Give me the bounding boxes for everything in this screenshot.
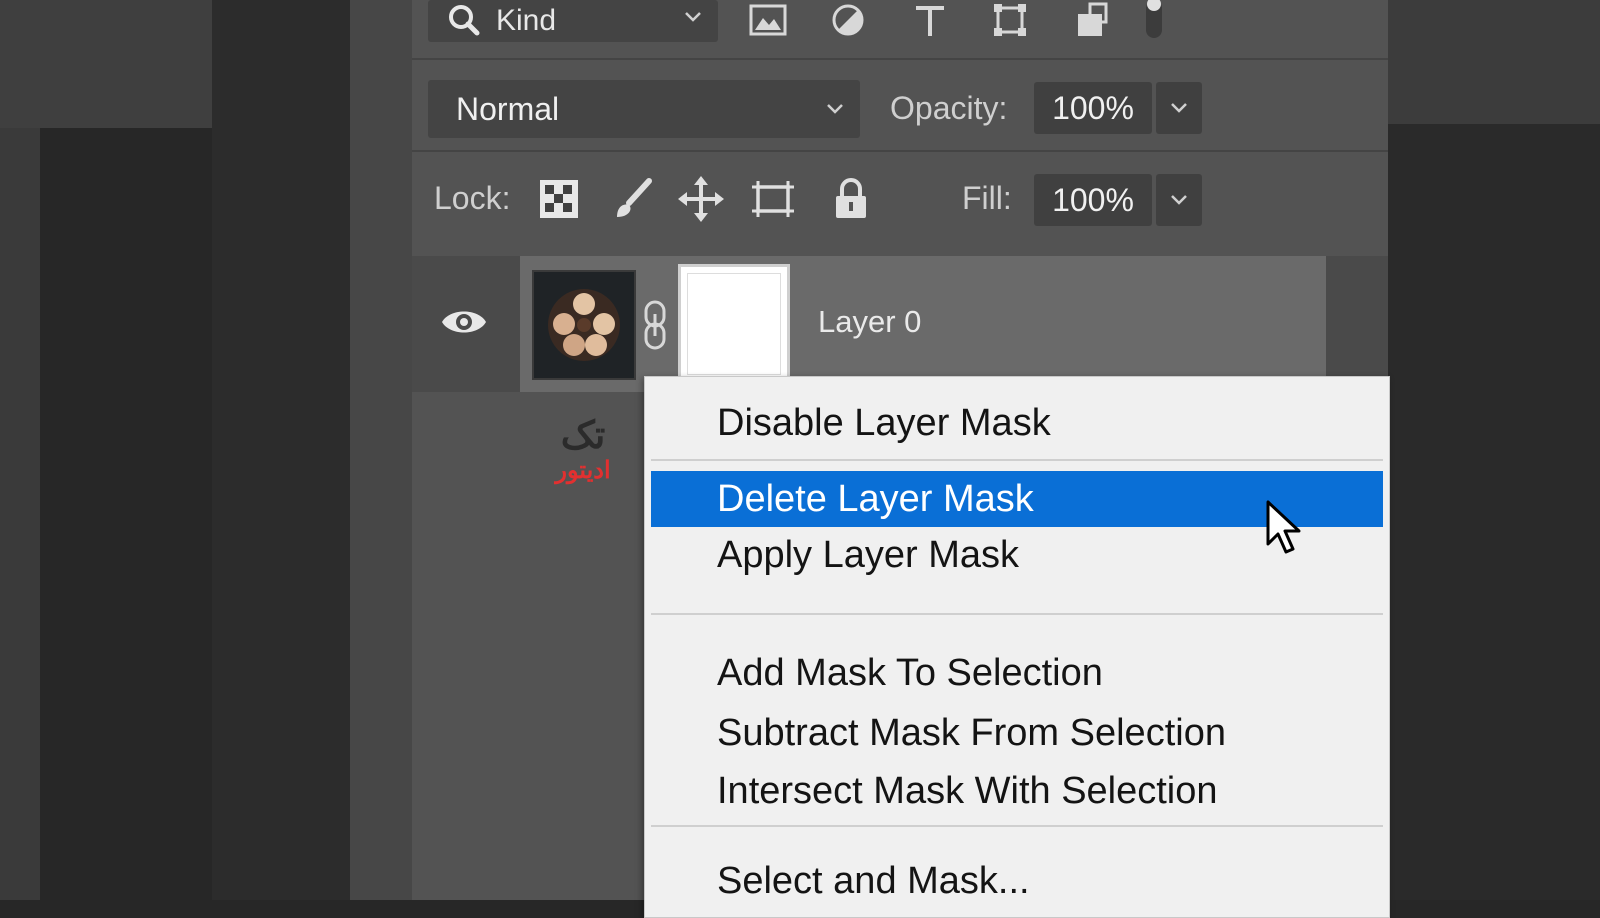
layer-mask-context-menu: Disable Layer Mask Delete Layer Mask App… xyxy=(644,376,1390,918)
shape-filter-icon[interactable] xyxy=(990,2,1030,38)
blend-mode-row: Normal Opacity: 100% xyxy=(412,60,1388,152)
menu-item-intersect-mask-with-selection[interactable]: Intersect Mask With Selection xyxy=(651,763,1383,819)
fill-dropdown-button[interactable] xyxy=(1156,174,1202,226)
chevron-down-icon xyxy=(1171,195,1187,205)
search-icon xyxy=(449,5,480,36)
filter-toggle-switch[interactable] xyxy=(1142,0,1166,38)
opacity-input[interactable]: 100% xyxy=(1034,82,1152,134)
menu-separator xyxy=(651,613,1383,615)
lock-all-icon[interactable] xyxy=(824,174,878,224)
menu-item-select-and-mask[interactable]: Select and Mask... xyxy=(651,853,1383,909)
lock-label: Lock: xyxy=(434,180,511,216)
type-filter-icon[interactable] xyxy=(910,2,950,38)
menu-item-subtract-mask-from-selection[interactable]: Subtract Mask From Selection xyxy=(651,705,1383,761)
layer-thumbnail[interactable] xyxy=(532,270,636,380)
background-left-panel xyxy=(0,0,212,128)
opacity-dropdown-button[interactable] xyxy=(1156,82,1202,134)
watermark-line-1: تک xyxy=(560,415,606,457)
opacity-label: Opacity: xyxy=(890,90,1008,126)
image-filter-icon[interactable] xyxy=(748,2,788,38)
background-dark-column xyxy=(212,0,350,900)
menu-item-add-mask-to-selection[interactable]: Add Mask To Selection xyxy=(651,645,1383,701)
layer-name[interactable]: Layer 0 xyxy=(818,304,921,340)
lock-artboard-icon[interactable] xyxy=(746,174,800,224)
lock-row: Lock: Fill: 100% xyxy=(412,152,1388,252)
chevron-down-icon xyxy=(685,12,701,22)
lock-transparent-pixels-icon[interactable] xyxy=(532,174,586,224)
filter-kind-label: Kind xyxy=(496,4,557,37)
mouse-pointer-icon xyxy=(1266,500,1301,554)
layer-mask-thumbnail[interactable] xyxy=(678,264,790,384)
chevron-down-icon xyxy=(827,104,843,114)
background-right-area xyxy=(1388,0,1600,900)
lock-position-icon[interactable] xyxy=(674,174,728,224)
watermark-line-2: ادیتور xyxy=(555,457,611,484)
layer-filter-row: Kind xyxy=(412,0,1388,60)
layer-row[interactable]: Layer 0 xyxy=(412,256,1388,392)
menu-separator xyxy=(651,825,1383,827)
filter-kind-select[interactable]: Kind xyxy=(428,0,718,42)
visibility-eye-icon[interactable] xyxy=(440,304,488,340)
mask-link-icon[interactable] xyxy=(640,300,670,350)
blend-mode-label: Normal xyxy=(456,90,560,127)
adjustment-filter-icon[interactable] xyxy=(828,2,868,38)
background-right-top xyxy=(1388,0,1600,124)
layer-mask-fill xyxy=(687,273,781,375)
watermark-logo: تک ادیتور xyxy=(538,415,628,485)
fill-input[interactable]: 100% xyxy=(1034,174,1152,226)
fill-label: Fill: xyxy=(962,180,1012,216)
menu-item-disable-layer-mask[interactable]: Disable Layer Mask xyxy=(651,395,1383,451)
blend-mode-select[interactable]: Normal xyxy=(428,80,860,138)
smart-object-filter-icon[interactable] xyxy=(1072,2,1112,38)
background-left-strip xyxy=(0,0,40,900)
chevron-down-icon xyxy=(1171,103,1187,113)
menu-separator xyxy=(651,459,1383,461)
lock-image-pixels-icon[interactable] xyxy=(606,174,660,224)
